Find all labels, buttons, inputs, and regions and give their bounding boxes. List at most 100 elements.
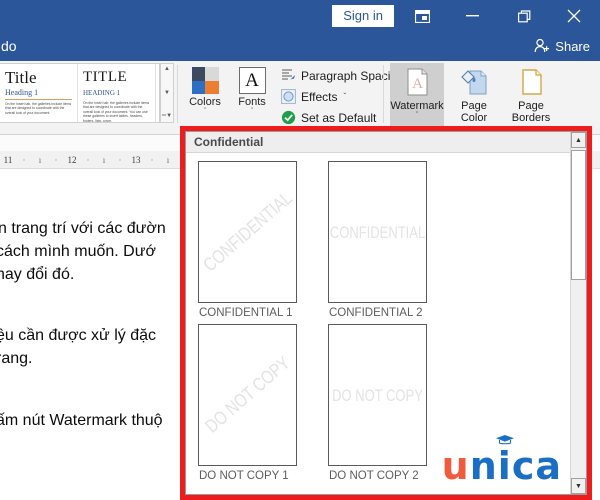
unica-logo-i: i <box>498 446 512 486</box>
page-color-label: Page <box>461 100 487 112</box>
ribbon-separator <box>177 65 178 123</box>
close-icon[interactable] <box>556 4 592 28</box>
unica-logo-n: n <box>470 446 498 486</box>
style-thumbnail-title[interactable]: Title Heading 1 On the Insert tab, the g… <box>0 64 78 122</box>
ruler-mark: 13 <box>128 154 144 166</box>
style-thumb-title-text: Title <box>5 68 72 87</box>
chevron-down-icon[interactable]: ˇ <box>251 108 253 116</box>
document-text-line: rang. <box>0 347 32 370</box>
restore-icon[interactable] <box>506 4 542 28</box>
ruler-mark: ı <box>160 154 176 166</box>
watermark-preview-text: CONFIDENTIAL <box>199 188 296 276</box>
chevron-down-icon[interactable]: ˇ <box>343 92 346 101</box>
watermark-item-label: DO NOT COPY 2 <box>328 469 419 483</box>
theme-colors-swatch <box>192 67 219 94</box>
watermark-item-label: CONFIDENTIAL 1 <box>198 306 293 320</box>
paragraph-spacing-label: Paragraph Spacing <box>301 69 404 83</box>
style-thumb-body-text: On the Insert tab, the galleries include… <box>83 101 150 122</box>
quick-access-toolbar-row: do Share <box>0 33 600 61</box>
watermark-preview-text: DO NOT COPY <box>332 385 423 405</box>
theme-colors-button[interactable]: Colors ˇ <box>182 64 228 130</box>
document-text-line: hay đổi đó. <box>0 263 74 286</box>
watermark-label: Watermark <box>390 100 443 112</box>
watermark-gallery-panel: Confidential CONFIDENTIAL CONFIDENTIAL 1… <box>185 131 587 495</box>
document-formatting-styles-gallery[interactable]: Title Heading 1 On the Insert tab, the g… <box>0 63 160 123</box>
watermark-preview-text: CONFIDENTIAL <box>330 222 425 242</box>
unica-logo-u: u <box>442 446 470 486</box>
theme-fonts-glyph: A <box>239 67 266 94</box>
style-thumb-body-text: On the Insert tab, the galleries include… <box>5 102 72 115</box>
style-thumbnail-title-caps[interactable]: TITLE HEADING 1 On the Insert tab, the g… <box>78 64 156 122</box>
ruler-mark: · <box>112 154 128 166</box>
set-as-default-label: Set as Default <box>301 111 376 125</box>
document-text-line: cách mình muốn. Dướ <box>0 240 156 263</box>
sign-in-button[interactable]: Sign in <box>332 5 394 27</box>
svg-text:A: A <box>412 76 423 92</box>
unica-logo-i-letter: i <box>498 444 512 488</box>
watermark-button[interactable]: A Watermark ˇ <box>390 63 444 133</box>
paragraph-spacing-icon <box>280 68 296 84</box>
page-borders-label: Page <box>518 100 544 112</box>
more-styles-icon[interactable]: ═▼ <box>162 113 172 120</box>
document-text-line: n trang trí với các đườn <box>0 217 166 240</box>
ruler-mark: 11 <box>0 154 16 166</box>
page-color-label2: Color <box>461 112 487 124</box>
title-bar: Sign in <box>0 0 600 33</box>
style-thumb-heading-text: Heading 1 <box>5 88 72 100</box>
share-button[interactable]: Share <box>534 38 590 56</box>
watermark-thumbnail[interactable]: DO NOT COPY <box>198 324 297 466</box>
effects-label: Effects <box>301 90 337 104</box>
watermark-item-do-not-copy-2[interactable]: DO NOT COPY DO NOT COPY 2 <box>328 324 458 483</box>
page-borders-button[interactable]: Page Borders <box>504 63 558 133</box>
watermark-item-label: CONFIDENTIAL 2 <box>328 306 423 320</box>
undo-label-partial[interactable]: do <box>1 38 17 55</box>
document-text-line: ấm nút Watermark thuộ <box>0 409 163 432</box>
scrollbar-thumb[interactable] <box>571 150 586 280</box>
ribbon-separator <box>383 65 384 123</box>
unica-logo: unica <box>442 446 562 486</box>
chevron-down-icon[interactable]: ˇ <box>204 108 206 116</box>
ruler-mark: · <box>80 154 96 166</box>
scroll-down-arrow-icon[interactable]: ▼ <box>571 478 586 494</box>
ruler-mark: ı <box>96 154 112 166</box>
word-application-window: Sign in do Share Title Heading 1 <box>0 0 600 500</box>
watermark-group-header: Confidential <box>186 132 570 153</box>
style-thumb-heading-text: HEADING 1 <box>83 88 150 99</box>
ribbon-display-options-icon[interactable] <box>404 4 440 28</box>
ribbon-design-tab: Title Heading 1 On the Insert tab, the g… <box>0 61 600 135</box>
set-as-default-check-icon <box>280 110 296 126</box>
theme-fonts-button[interactable]: A Fonts ˇ <box>229 64 275 130</box>
watermark-preview-text: DO NOT COPY <box>201 353 294 438</box>
page-borders-icon <box>516 67 546 97</box>
page-color-button[interactable]: Page Color <box>447 63 501 133</box>
watermark-thumbnail[interactable]: DO NOT COPY <box>328 324 427 466</box>
chevron-down-icon[interactable]: ˇ <box>416 112 418 120</box>
watermark-gallery-scrollbar[interactable]: ▲ ▼ <box>570 132 586 494</box>
watermark-item-do-not-copy-1[interactable]: DO NOT COPY DO NOT COPY 1 <box>198 324 328 483</box>
watermark-item-label: DO NOT COPY 1 <box>198 469 289 483</box>
watermark-thumbnail[interactable]: CONFIDENTIAL <box>328 161 427 303</box>
ruler-mark: · <box>16 154 32 166</box>
effects-icon <box>280 89 296 105</box>
scroll-up-arrow-icon[interactable]: ▲ <box>571 132 586 148</box>
watermark-thumbnail[interactable]: CONFIDENTIAL <box>198 161 297 303</box>
document-text-line: ệu cần được xử lý đặc <box>0 324 156 347</box>
ruler-mark: 12 <box>64 154 80 166</box>
ruler-mark: · <box>48 154 64 166</box>
ruler-mark: · <box>144 154 160 166</box>
caret-up-icon[interactable]: ▲ <box>164 66 170 73</box>
style-thumb-title-text: TITLE <box>83 68 150 87</box>
page-color-bucket-icon <box>459 67 489 97</box>
styles-gallery-scroll-controls[interactable]: ▲ ▼ ═▼ <box>160 63 174 123</box>
minimize-icon[interactable] <box>454 4 490 28</box>
ruler-mark: ı <box>32 154 48 166</box>
watermark-item-confidential-2[interactable]: CONFIDENTIAL CONFIDENTIAL 2 <box>328 161 458 320</box>
page-borders-label2: Borders <box>512 112 551 124</box>
watermark-page-icon: A <box>402 67 432 97</box>
caret-down-icon[interactable]: ▼ <box>164 90 170 97</box>
share-label: Share <box>555 39 590 55</box>
watermark-gallery-highlight-box: Confidential CONFIDENTIAL CONFIDENTIAL 1… <box>180 126 592 500</box>
person-add-icon <box>534 38 551 56</box>
unica-logo-ca: ca <box>512 446 562 486</box>
watermark-item-confidential-1[interactable]: CONFIDENTIAL CONFIDENTIAL 1 <box>198 161 328 320</box>
